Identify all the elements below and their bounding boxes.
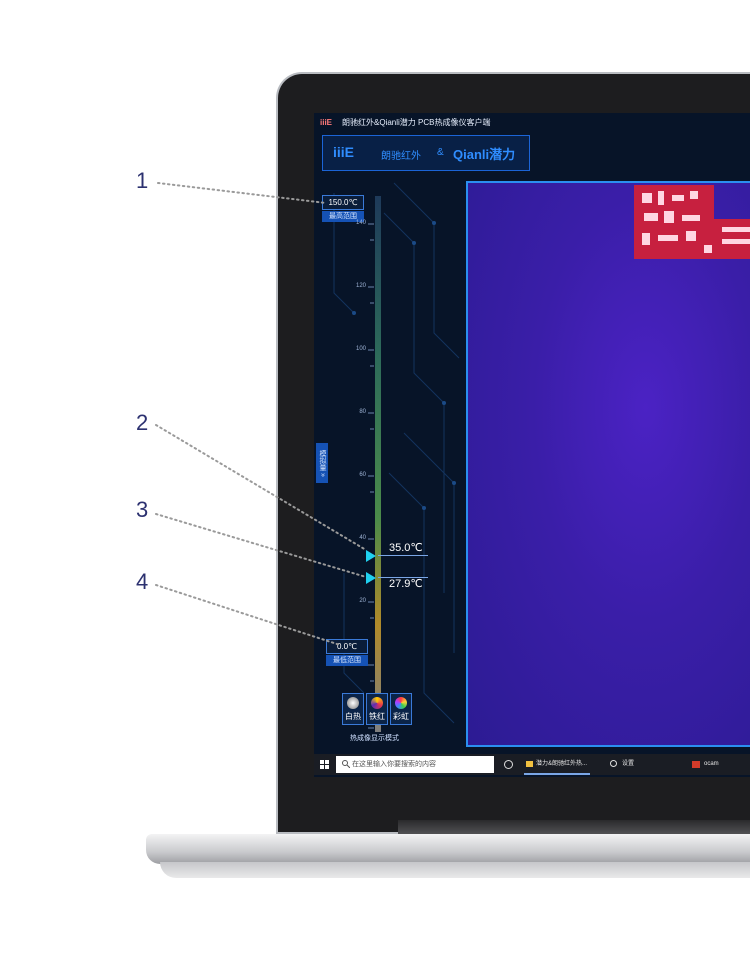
callout-lines bbox=[155, 182, 367, 646]
